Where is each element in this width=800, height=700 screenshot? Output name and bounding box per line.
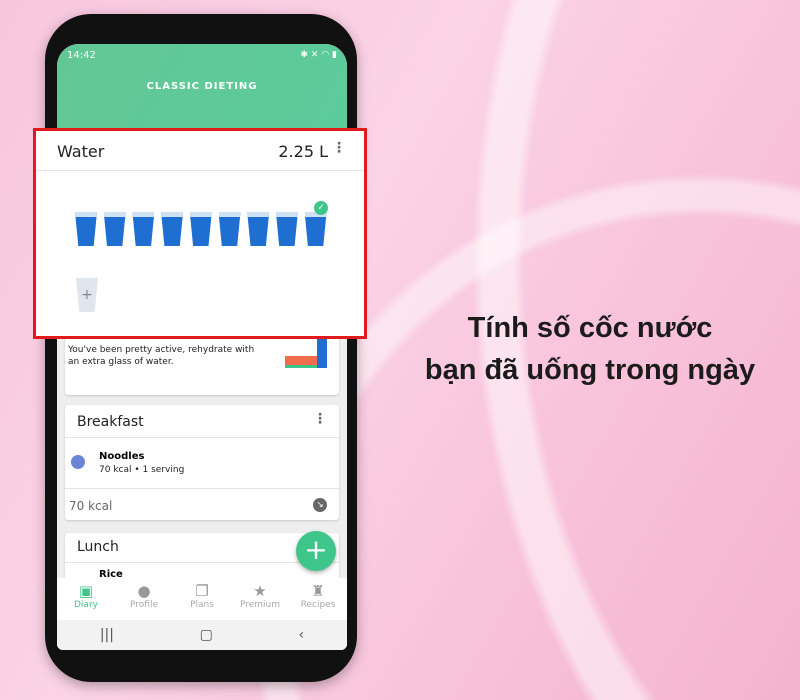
- add-fab-button[interactable]: +: [296, 531, 336, 571]
- breakfast-title: Breakfast: [77, 414, 144, 430]
- plans-icon: ❐: [195, 582, 209, 600]
- app-header: 14:42 ✱ ✕ ◠ ▮ CLASSIC DIETING: [57, 44, 347, 129]
- water-title: Water: [57, 142, 105, 161]
- tip-text: You've been pretty active, rehydrate wit…: [68, 345, 255, 367]
- add-glass-button[interactable]: +: [76, 278, 98, 312]
- status-icons: ✱ ✕ ◠ ▮: [300, 50, 337, 60]
- filled-glass-icon[interactable]: [75, 212, 97, 246]
- app-title: CLASSIC DIETING: [146, 81, 258, 92]
- divider: [65, 488, 339, 489]
- filled-glass-icon[interactable]: [132, 212, 155, 246]
- filled-glass-icon[interactable]: [275, 212, 298, 246]
- star-icon: ★: [253, 582, 267, 600]
- person-icon: ●: [137, 582, 151, 600]
- back-icon[interactable]: ‹: [299, 627, 305, 643]
- more-options-icon[interactable]: ⋮: [332, 140, 346, 156]
- diary-icon: ▣: [78, 582, 94, 600]
- nav-diary[interactable]: ▣ Diary: [57, 578, 115, 620]
- bottle-illustration-icon: [317, 338, 327, 368]
- filled-glass-icon[interactable]: [247, 212, 270, 246]
- status-time: 14:42: [67, 50, 96, 61]
- filled-glass-icon[interactable]: [189, 212, 212, 246]
- more-options-icon[interactable]: ⋮: [313, 411, 327, 427]
- water-card-highlight: Water 2.25 L ⋮ ✓ +: [33, 128, 367, 339]
- caption-line-2: bạn đã uống trong ngày: [424, 354, 756, 386]
- recents-icon[interactable]: |||: [100, 627, 114, 643]
- nav-profile[interactable]: ● Profile: [115, 578, 173, 620]
- food-item-detail: 70 kcal • 1 serving: [99, 465, 185, 475]
- arrow-circle-icon[interactable]: ↘: [313, 498, 327, 512]
- breakfast-card[interactable]: Breakfast ⋮ Noodles 70 kcal • 1 serving …: [65, 405, 339, 520]
- filled-glass-icon[interactable]: [103, 212, 126, 246]
- goal-check-icon: ✓: [314, 201, 328, 215]
- nav-plans[interactable]: ❐ Plans: [173, 578, 231, 620]
- nav-recipes[interactable]: ♜ Recipes: [289, 578, 347, 620]
- filled-glass-icon[interactable]: [218, 212, 241, 246]
- food-item-name[interactable]: Noodles: [99, 451, 144, 462]
- breakfast-total: 70 kcal: [69, 499, 113, 513]
- water-amount: 2.25 L: [278, 142, 328, 161]
- tip-card: You've been pretty active, rehydrate wit…: [65, 332, 339, 395]
- filled-glass-icon[interactable]: [161, 212, 184, 246]
- system-nav-bar: ||| ▢ ‹: [57, 620, 347, 650]
- nav-label: Diary: [74, 600, 98, 610]
- nav-label: Recipes: [300, 600, 336, 610]
- nav-label: Premium: [239, 600, 281, 610]
- filled-glass-icon[interactable]: [304, 212, 327, 246]
- nav-premium[interactable]: ★ Premium: [231, 578, 289, 620]
- lunch-title: Lunch: [77, 539, 119, 555]
- home-icon[interactable]: ▢: [200, 627, 213, 643]
- chef-hat-icon: ♜: [311, 582, 325, 600]
- nav-label: Plans: [190, 600, 214, 610]
- nav-label: Profile: [130, 600, 158, 610]
- divider: [65, 437, 339, 438]
- smiley-icon: [71, 455, 85, 469]
- divider: [65, 562, 339, 563]
- divider: [36, 170, 364, 171]
- caption-line-1: Tính số cốc nước: [467, 312, 713, 344]
- bottom-nav: ▣ Diary ● Profile ❐ Plans ★ Premium ♜ Recipes: [57, 578, 347, 620]
